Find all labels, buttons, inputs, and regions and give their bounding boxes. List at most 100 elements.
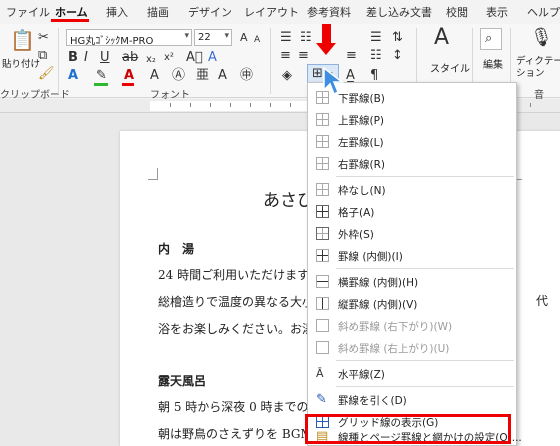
- doc-paragraph-line: 朝 5 時から深夜 0 時までのご: [158, 400, 321, 414]
- menu-item-all-borders[interactable]: 格子(A): [308, 201, 516, 223]
- doc-paragraph-line: 総檜造りで温度の異なる大小: [158, 295, 315, 309]
- cut-icon[interactable]: ✂: [38, 30, 49, 46]
- menu-item-label: 横罫線 (内側)(H): [338, 277, 419, 289]
- numbering-icon[interactable]: ☷: [300, 30, 312, 46]
- tab-design[interactable]: デザイン: [188, 4, 232, 20]
- menu-item-inside-borders[interactable]: 罫線 (内側)(I): [308, 245, 516, 267]
- crop-mark: [148, 168, 158, 180]
- menu-item-draw-table[interactable]: ✎ 罫線を引く(D): [308, 389, 516, 411]
- menu-separator: [336, 176, 514, 177]
- ruler-tick: [170, 103, 171, 107]
- tab-help[interactable]: ヘルプ: [527, 4, 560, 20]
- tab-review[interactable]: 校閲: [446, 4, 468, 20]
- left-border-icon: [316, 135, 329, 148]
- ruler-tick: [290, 103, 291, 107]
- grow-font-icon[interactable]: A: [240, 30, 248, 46]
- inside-vertical-border-icon: [316, 297, 329, 310]
- char-shading-icon[interactable]: A: [150, 68, 159, 84]
- tab-file[interactable]: ファイル: [6, 4, 50, 20]
- phonetic-guide-icon[interactable]: 亜: [196, 68, 209, 84]
- ruler-tick: [210, 103, 211, 107]
- paste-icon[interactable]: 📋: [10, 30, 35, 50]
- menu-item-label: 下罫線(B): [338, 93, 385, 105]
- microphone-icon[interactable]: 🎙: [530, 29, 553, 47]
- search-icon: ⌕: [485, 31, 493, 46]
- highlight-box: [305, 414, 511, 444]
- ruler-tick: [270, 103, 271, 107]
- font-name-select[interactable]: HG丸ｺﾞｼｯｸM-PRO ▾: [66, 29, 192, 47]
- menu-item-label: 右罫線(R): [338, 159, 385, 171]
- text-effects-icon[interactable]: A: [68, 68, 78, 84]
- multilevel-list-icon[interactable]: ☰: [370, 30, 382, 46]
- tab-home[interactable]: ホーム: [55, 4, 88, 20]
- doc-heading: 露天風呂: [158, 374, 207, 388]
- tab-references[interactable]: 参考資料: [307, 4, 351, 20]
- annotation-arrow-head: [316, 43, 336, 55]
- tab-layout[interactable]: レイアウト: [244, 4, 299, 20]
- menu-item-diagonal-up: 斜め罫線 (右上がり)(U): [308, 337, 516, 359]
- menu-item-label: 罫線 (内側)(I): [338, 251, 403, 263]
- menu-item-no-border[interactable]: 枠なし(N): [308, 179, 516, 201]
- align-right-icon[interactable]: ≡: [346, 48, 357, 64]
- align-center-icon[interactable]: ≡: [298, 48, 309, 64]
- format-painter-icon[interactable]: 🖌: [38, 66, 55, 82]
- styles-label[interactable]: スタイル: [430, 60, 470, 75]
- menu-item-diagonal-down: 斜め罫線 (右下がり)(W): [308, 315, 516, 337]
- tab-draw[interactable]: 描画: [147, 4, 169, 20]
- tab-view[interactable]: 表示: [486, 4, 508, 20]
- sort-icon[interactable]: ⇅: [392, 30, 403, 46]
- subscript-icon[interactable]: x₂: [146, 52, 156, 68]
- italic-icon[interactable]: I: [84, 50, 88, 66]
- menu-item-left-border[interactable]: 左罫線(L): [308, 131, 516, 153]
- draw-table-icon: ✎: [316, 392, 327, 407]
- menu-item-outside-borders[interactable]: 外枠(S): [308, 223, 516, 245]
- menu-item-horizontal-line[interactable]: Ā 水平線(Z): [308, 363, 516, 385]
- justify-icon[interactable]: ☷: [370, 48, 382, 64]
- enclosed-char-icon[interactable]: Ⓐ: [172, 68, 185, 84]
- menu-item-label: 上罫線(P): [338, 115, 385, 127]
- copy-icon[interactable]: ⧉: [38, 48, 47, 64]
- font-size-value: 22: [198, 32, 211, 43]
- no-border-icon: [316, 183, 329, 196]
- ruler-tick: [230, 103, 231, 107]
- menu-item-label: 枠なし(N): [338, 185, 386, 197]
- shading-icon[interactable]: ◈: [282, 68, 292, 84]
- font-color-icon[interactable]: A: [124, 68, 134, 84]
- menu-item-right-border[interactable]: 右罫線(R): [308, 153, 516, 175]
- align-left-icon[interactable]: ≡: [280, 48, 291, 64]
- editing-button[interactable]: ⌕: [480, 28, 502, 50]
- font-name-value: HG丸ｺﾞｼｯｸM-PRO: [70, 36, 154, 47]
- active-tab-indicator: [51, 19, 89, 22]
- menu-item-top-border[interactable]: 上罫線(P): [308, 109, 516, 131]
- divider: [58, 28, 59, 94]
- tab-mailings[interactable]: 差し込み文書: [366, 4, 432, 20]
- menu-item-inside-horizontal[interactable]: 横罫線 (内側)(H): [308, 271, 516, 293]
- dictation-label[interactable]: ディクテー ション: [516, 56, 560, 80]
- diagonal-down-border-icon: [316, 319, 329, 332]
- char-border-icon[interactable]: A: [218, 68, 227, 84]
- font-size-select[interactable]: 22 ▾: [194, 29, 232, 46]
- paste-button-label[interactable]: 貼り付け: [2, 56, 40, 70]
- line-spacing-icon[interactable]: ↕: [392, 48, 403, 64]
- highlight-icon[interactable]: ✎: [96, 68, 107, 84]
- inside-borders-icon: [316, 249, 329, 262]
- tab-insert[interactable]: 挿入: [106, 4, 128, 20]
- strikethrough-icon[interactable]: ab: [122, 50, 138, 66]
- clear-format-icon[interactable]: A⃠: [186, 50, 203, 66]
- bold-icon[interactable]: B: [68, 50, 78, 66]
- menu-item-inside-vertical[interactable]: 縦罫線 (内側)(V): [308, 293, 516, 315]
- bullets-icon[interactable]: ☰: [280, 30, 292, 46]
- shrink-font-icon[interactable]: A: [254, 32, 260, 48]
- menu-item-label: 斜め罫線 (右下がり)(W): [338, 321, 453, 333]
- superscript-icon[interactable]: x²: [164, 50, 174, 66]
- menu-item-label: 水平線(Z): [338, 369, 385, 381]
- all-borders-icon: [316, 205, 329, 218]
- highlight-color-bar: [94, 83, 108, 86]
- enclosed-char-2-icon[interactable]: ㊥: [240, 68, 253, 84]
- editing-label[interactable]: 編集: [483, 56, 503, 71]
- underline-icon[interactable]: U: [100, 50, 110, 66]
- menu-item-label: 縦罫線 (内側)(V): [338, 299, 418, 311]
- text-effect-icon[interactable]: A: [208, 50, 217, 66]
- styles-icon[interactable]: A: [434, 27, 449, 49]
- inside-horizontal-border-icon: [316, 275, 329, 288]
